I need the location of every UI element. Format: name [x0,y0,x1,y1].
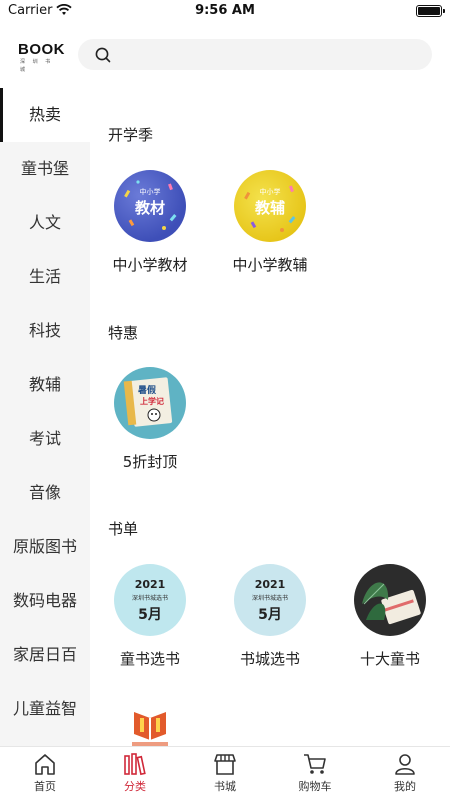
category-card-label: 书城选书 [239,650,300,668]
partial-item-image [114,704,186,746]
section-title-book-lists: 书单 [108,520,139,538]
search-icon [95,47,111,63]
tab-category[interactable]: 分类 [90,747,180,800]
tutoring-image-small-text: 中小学 [259,188,281,196]
image-year-text: 2021 [134,578,166,591]
tab-label: 书城 [214,780,236,793]
store-icon [214,754,236,775]
status-bar: Carrier 9:56 AM [0,0,450,22]
category-card-tutoring-materials[interactable]: 中小学 教辅 中小学教辅 [210,170,330,275]
textbooks-image-small-text: 中小学 [139,188,161,196]
search-bar[interactable] [78,39,432,70]
logo-text: BOOK [18,41,65,58]
category-card-label: 中小学教辅 [232,256,308,274]
sidebar-item-exams[interactable]: 考试 [0,412,90,466]
sidebar-item-electronics[interactable]: 数码电器 [0,574,90,628]
tab-cart[interactable]: 购物车 [270,747,360,800]
image-shop-text: 深圳书城选书 [251,595,288,602]
tab-home[interactable]: 首页 [0,747,90,800]
category-card-label: 十大童书 [359,650,420,668]
cart-icon [304,754,326,774]
tab-label: 首页 [34,780,56,793]
image-year-text: 2021 [254,578,286,591]
tab-bookstore[interactable]: 书城 [180,747,270,800]
sidebar-item-tutoring[interactable]: 教辅 [0,358,90,412]
svg-text:暑假: 暑假 [137,384,157,396]
category-card-top-ten-children[interactable]: 十大童书 [330,564,450,669]
book-cover-illustration: 暑假 上学记 [123,377,173,427]
clock: 9:56 AM [195,3,255,18]
sidebar-item-kids-puzzles[interactable]: 儿童益智 [0,682,90,736]
category-card-partial[interactable] [90,704,210,746]
sidebar-item-audio-video[interactable]: 音像 [0,466,90,520]
category-card-label: 中小学教材 [112,256,188,274]
app-logo[interactable]: BOOK 深 圳 书 城 [18,41,65,74]
image-month-text: 5月 [258,607,282,623]
category-card-half-price[interactable]: 暑假 上学记 5折封顶 [90,367,210,472]
bottom-tab-bar: 首页 分类 书城 购物车 我的 [0,746,450,800]
sidebar-item-life[interactable]: 生活 [0,250,90,304]
battery-icon [416,5,445,17]
section-title-special-offers: 特惠 [108,324,139,342]
home-icon [35,754,55,775]
sidebar-item-humanities[interactable]: 人文 [0,196,90,250]
category-card-label: 5折封顶 [122,453,178,471]
category-sidebar: 热卖 童书堡 人文 生活 科技 教辅 考试 音像 原版图书 数码电器 家居日百 … [0,88,90,746]
tab-label: 分类 [124,780,146,793]
image-shop-text: 深圳书城选书 [131,595,168,602]
section-title-back-to-school: 开学季 [108,126,154,144]
sidebar-item-hot[interactable]: 热卖 [0,88,90,142]
textbooks-image-big-text: 教材 [134,199,165,217]
category-content: 开学季 中小学 教材 中小学教材 中小学 教辅 中小学教辅 特惠 暑假 上学记 … [90,88,450,746]
store-picks-image: 2021 深圳书城选书 5月 [234,564,306,636]
half-price-image: 暑假 上学记 [114,367,186,439]
textbooks-image: 中小学 教材 [114,170,186,242]
tab-profile[interactable]: 我的 [360,747,450,800]
leaf-book-illustration [362,582,421,625]
book-logo-icon [132,712,168,746]
tutoring-image-big-text: 教辅 [254,199,285,217]
sidebar-item-home-goods[interactable]: 家居日百 [0,628,90,682]
svg-text:上学记: 上学记 [140,396,164,406]
header: BOOK 深 圳 书 城 [0,22,450,88]
sidebar-item-children-books[interactable]: 童书堡 [0,142,90,196]
tab-label: 购物车 [298,780,332,793]
tutoring-materials-image: 中小学 教辅 [234,170,306,242]
category-card-textbooks[interactable]: 中小学 教材 中小学教材 [90,170,210,275]
tab-label: 我的 [394,780,416,793]
profile-icon [395,754,415,775]
category-icon [124,753,146,776]
children-picks-image: 2021 深圳书城选书 5月 [114,564,186,636]
sidebar-item-technology[interactable]: 科技 [0,304,90,358]
top-ten-children-image [354,564,426,636]
logo-subtitle: 深 圳 书 城 [20,59,54,73]
category-card-children-picks[interactable]: 2021 深圳书城选书 5月 童书选书 [90,564,210,669]
image-month-text: 5月 [138,607,162,623]
sidebar-item-original-books[interactable]: 原版图书 [0,520,90,574]
category-card-label: 童书选书 [119,650,180,668]
category-card-store-picks[interactable]: 2021 深圳书城选书 5月 书城选书 [210,564,330,669]
